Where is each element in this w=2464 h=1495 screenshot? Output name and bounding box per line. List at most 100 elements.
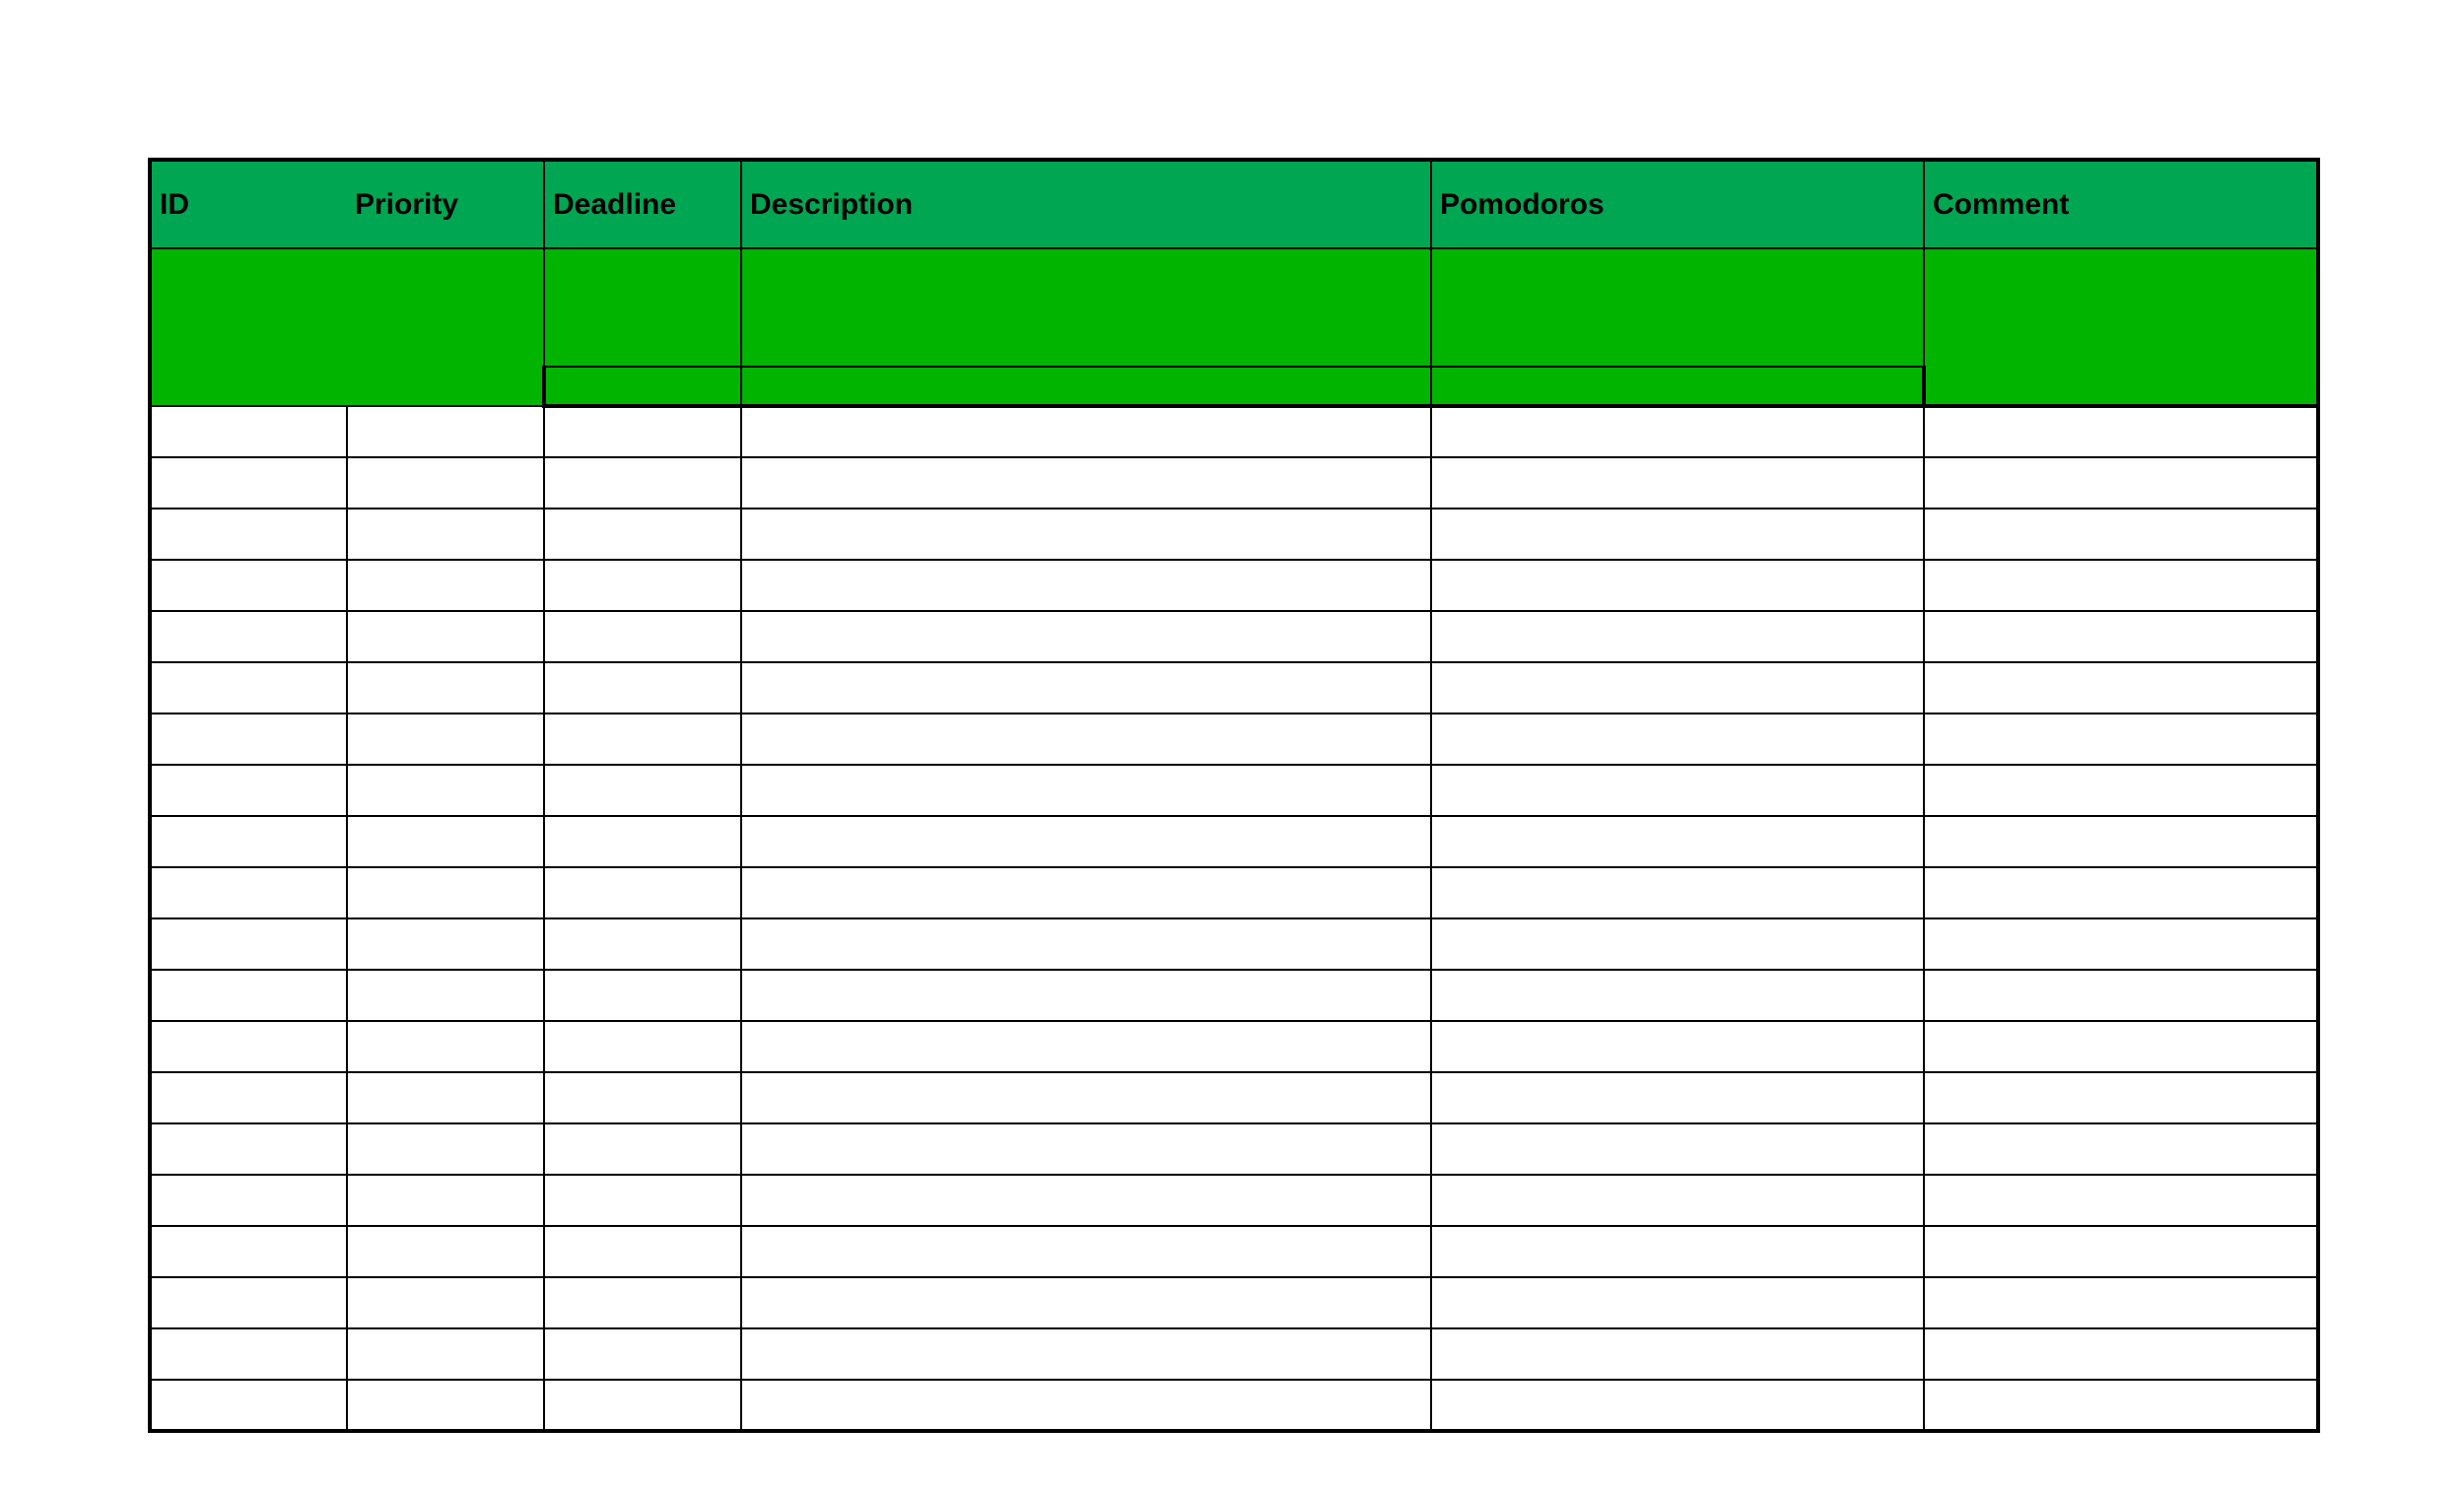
cell-id[interactable] — [150, 1123, 347, 1175]
cell-comment[interactable] — [1924, 611, 2318, 662]
cell-description[interactable] — [741, 816, 1431, 867]
cell-pomodoros[interactable] — [1431, 1277, 1924, 1328]
cell-priority[interactable] — [347, 816, 544, 867]
table-row[interactable] — [150, 1226, 2318, 1277]
table-row[interactable] — [150, 714, 2318, 765]
cell-description[interactable] — [741, 765, 1431, 816]
cell-deadline[interactable] — [544, 714, 741, 765]
table-row[interactable] — [150, 1123, 2318, 1175]
cell-description[interactable] — [741, 867, 1431, 918]
cell-description[interactable] — [741, 406, 1431, 457]
table-row[interactable] — [150, 1072, 2318, 1123]
cell-pomodoros[interactable] — [1431, 509, 1924, 560]
cell-id[interactable] — [150, 1072, 347, 1123]
cell-comment[interactable] — [1924, 765, 2318, 816]
cell-comment[interactable] — [1924, 1021, 2318, 1072]
cell-description[interactable] — [741, 509, 1431, 560]
cell-pomodoros[interactable] — [1431, 970, 1924, 1021]
cell-pomodoros[interactable] — [1431, 714, 1924, 765]
table-row[interactable] — [150, 1328, 2318, 1380]
cell-pomodoros[interactable] — [1431, 1072, 1924, 1123]
cell-comment[interactable] — [1924, 1277, 2318, 1328]
cell-deadline[interactable] — [544, 1328, 741, 1380]
cell-id[interactable] — [150, 1175, 347, 1226]
cell-priority[interactable] — [347, 509, 544, 560]
cell-deadline[interactable] — [544, 1175, 741, 1226]
cell-comment[interactable] — [1924, 714, 2318, 765]
cell-priority[interactable] — [347, 765, 544, 816]
cell-priority[interactable] — [347, 1328, 544, 1380]
cell-deadline[interactable] — [544, 1123, 741, 1175]
cell-deadline[interactable] — [544, 918, 741, 970]
cell-comment[interactable] — [1924, 457, 2318, 509]
cell-id[interactable] — [150, 867, 347, 918]
table-row[interactable] — [150, 509, 2318, 560]
table-row[interactable] — [150, 560, 2318, 611]
cell-id[interactable] — [150, 765, 347, 816]
cell-deadline[interactable] — [544, 765, 741, 816]
cell-priority[interactable] — [347, 867, 544, 918]
cell-priority[interactable] — [347, 406, 544, 457]
table-row[interactable] — [150, 457, 2318, 509]
cell-priority[interactable] — [347, 1072, 544, 1123]
cell-comment[interactable] — [1924, 918, 2318, 970]
cell-deadline[interactable] — [544, 867, 741, 918]
cell-id[interactable] — [150, 714, 347, 765]
cell-description[interactable] — [741, 1175, 1431, 1226]
cell-comment[interactable] — [1924, 560, 2318, 611]
cell-priority[interactable] — [347, 611, 544, 662]
cell-id[interactable] — [150, 1277, 347, 1328]
cell-description[interactable] — [741, 1226, 1431, 1277]
cell-id[interactable] — [150, 1226, 347, 1277]
cell-pomodoros[interactable] — [1431, 1021, 1924, 1072]
cell-id[interactable] — [150, 457, 347, 509]
cell-pomodoros[interactable] — [1431, 1380, 1924, 1431]
table-row[interactable] — [150, 406, 2318, 457]
cell-description[interactable] — [741, 1277, 1431, 1328]
cell-id[interactable] — [150, 1328, 347, 1380]
cell-priority[interactable] — [347, 970, 544, 1021]
table-row[interactable] — [150, 918, 2318, 970]
cell-description[interactable] — [741, 611, 1431, 662]
cell-priority[interactable] — [347, 714, 544, 765]
cell-priority[interactable] — [347, 1226, 544, 1277]
cell-priority[interactable] — [347, 1380, 544, 1431]
cell-comment[interactable] — [1924, 1175, 2318, 1226]
cell-pomodoros[interactable] — [1431, 560, 1924, 611]
cell-pomodoros[interactable] — [1431, 816, 1924, 867]
cell-priority[interactable] — [347, 1021, 544, 1072]
cell-description[interactable] — [741, 1123, 1431, 1175]
cell-comment[interactable] — [1924, 509, 2318, 560]
cell-id[interactable] — [150, 611, 347, 662]
cell-description[interactable] — [741, 714, 1431, 765]
cell-id[interactable] — [150, 1380, 347, 1431]
cell-comment[interactable] — [1924, 662, 2318, 714]
cell-description[interactable] — [741, 918, 1431, 970]
cell-priority[interactable] — [347, 1277, 544, 1328]
cell-deadline[interactable] — [544, 662, 741, 714]
cell-comment[interactable] — [1924, 1072, 2318, 1123]
cell-description[interactable] — [741, 1072, 1431, 1123]
cell-deadline[interactable] — [544, 816, 741, 867]
cell-pomodoros[interactable] — [1431, 1226, 1924, 1277]
cell-pomodoros[interactable] — [1431, 765, 1924, 816]
cell-comment[interactable] — [1924, 816, 2318, 867]
cell-deadline[interactable] — [544, 1021, 741, 1072]
cell-comment[interactable] — [1924, 406, 2318, 457]
cell-priority[interactable] — [347, 662, 544, 714]
cell-comment[interactable] — [1924, 970, 2318, 1021]
table-row[interactable] — [150, 765, 2318, 816]
cell-deadline[interactable] — [544, 970, 741, 1021]
cell-pomodoros[interactable] — [1431, 1123, 1924, 1175]
cell-pomodoros[interactable] — [1431, 867, 1924, 918]
cell-description[interactable] — [741, 970, 1431, 1021]
cell-deadline[interactable] — [544, 406, 741, 457]
cell-description[interactable] — [741, 1021, 1431, 1072]
cell-deadline[interactable] — [544, 611, 741, 662]
cell-description[interactable] — [741, 662, 1431, 714]
cell-id[interactable] — [150, 970, 347, 1021]
cell-pomodoros[interactable] — [1431, 1328, 1924, 1380]
cell-priority[interactable] — [347, 560, 544, 611]
cell-priority[interactable] — [347, 457, 544, 509]
cell-pomodoros[interactable] — [1431, 1175, 1924, 1226]
